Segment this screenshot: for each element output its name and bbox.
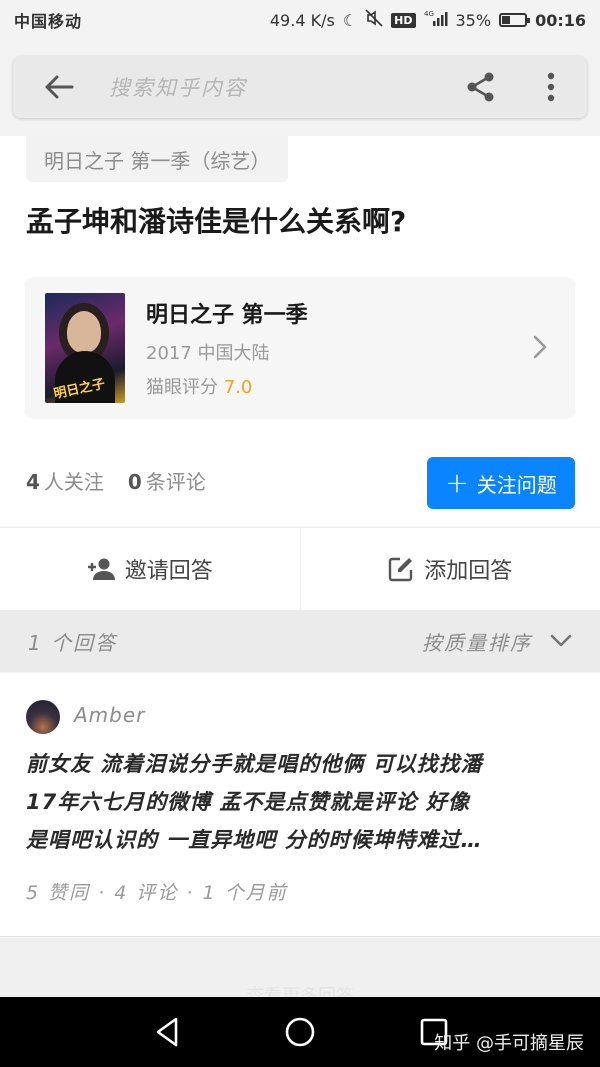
- comments-stat[interactable]: 0 条评论: [128, 466, 206, 495]
- signal-icon: 4G: [424, 10, 448, 30]
- invite-user-icon: [87, 558, 115, 580]
- followers-stat: 4 人关注: [26, 470, 104, 494]
- more-vertical-icon: [547, 72, 555, 102]
- answer-excerpt[interactable]: 前女友 流着泪说分手就是唱的他俩 可以找找潘 17年六七月的微博 孟不是点赞就是…: [26, 745, 578, 859]
- sort-dropdown[interactable]: 按质量排序: [422, 627, 572, 656]
- navigation-bar: 知乎 @手可摘星辰: [0, 997, 600, 1067]
- movie-card[interactable]: 明日之子 明日之子 第一季 2017 中国大陆 猫眼评分 7.0: [25, 277, 575, 419]
- rating-value: 7.0: [223, 377, 253, 398]
- search-input[interactable]: 搜索知乎内容: [109, 72, 459, 102]
- more-options-button[interactable]: [529, 65, 573, 109]
- follow-label: 关注问题: [476, 472, 557, 497]
- carrier-name: 中国移动: [14, 12, 83, 31]
- avatar[interactable]: [26, 700, 60, 734]
- hd-badge: HD: [391, 12, 416, 28]
- clock: 00:16: [535, 10, 586, 30]
- status-icons: 49.4 K/s ☾ HD 4G 35% 00:16: [270, 9, 586, 31]
- movie-rating: 猫眼评分 7.0: [146, 373, 252, 399]
- movie-meta: 2017 中国大陆: [146, 343, 270, 364]
- battery-percent: 35%: [455, 10, 492, 30]
- top-bar: 搜索知乎内容: [0, 40, 600, 136]
- next-section: 查看更多回答: [0, 938, 600, 1007]
- answers-header: 1 个回答 按质量排序: [0, 610, 600, 672]
- status-bar: 中国移动 49.4 K/s ☾ HD 4G 35% 00:16: [0, 0, 600, 40]
- share-icon: [467, 72, 494, 102]
- add-answer-label: 添加回答: [424, 559, 513, 584]
- answer-count: 1 个回答: [28, 630, 118, 655]
- follow-question-button[interactable]: + 关注问题: [427, 457, 575, 509]
- author-name[interactable]: Amber: [74, 703, 145, 727]
- share-button[interactable]: [459, 65, 503, 109]
- mute-icon: [365, 9, 383, 31]
- sort-label: 按质量排序: [422, 630, 532, 655]
- excerpt-line: 是唱吧认识的 一直异地吧 分的时候坤特难过…: [26, 828, 483, 852]
- nav-home-icon[interactable]: [283, 1015, 317, 1049]
- topic-tag[interactable]: 明日之子 第一季（综艺）: [26, 136, 289, 182]
- answer-actions: 邀请回答 添加回答: [0, 527, 600, 610]
- excerpt-line: 前女友 流着泪说分手就是唱的他俩 可以找找潘: [26, 752, 483, 776]
- watermark: 知乎 @手可摘星辰: [434, 1033, 584, 1054]
- edit-icon: [389, 557, 413, 582]
- add-answer-button[interactable]: 添加回答: [299, 528, 600, 610]
- search-bar: 搜索知乎内容: [13, 56, 587, 118]
- svg-text:4G: 4G: [424, 10, 434, 18]
- movie-poster: 明日之子: [45, 293, 125, 403]
- network-speed: 49.4 K/s: [269, 10, 335, 30]
- excerpt-line: 17年六七月的微博 孟不是点赞就是评论 好像: [26, 790, 470, 814]
- moon-icon: ☾: [342, 10, 358, 30]
- invite-answer-button[interactable]: 邀请回答: [0, 528, 300, 610]
- chevron-down-icon: [550, 634, 572, 647]
- battery-icon: [499, 13, 531, 27]
- nav-back-icon[interactable]: [150, 1015, 184, 1049]
- invite-answer-label: 邀请回答: [124, 559, 213, 584]
- back-button[interactable]: [29, 56, 89, 118]
- plus-icon: +: [445, 466, 469, 499]
- answer-meta: 5 赞同 · 4 评论 · 1 个月前: [26, 882, 288, 904]
- answer-card[interactable]: Amber 前女友 流着泪说分手就是唱的他俩 可以找找潘 17年六七月的微博 孟…: [0, 673, 600, 937]
- rating-label: 猫眼评分: [146, 377, 218, 398]
- question-card: 明日之子 第一季（综艺） 孟子坤和潘诗佳是什么关系啊? 明日之子 明日之子 第一…: [0, 136, 600, 526]
- chevron-right-icon: [533, 335, 547, 363]
- question-stats: 4 人关注 0 条评论: [26, 466, 206, 495]
- question-title: 孟子坤和潘诗佳是什么关系啊?: [26, 205, 407, 238]
- movie-title: 明日之子 第一季: [146, 303, 308, 328]
- arrow-left-icon: [45, 75, 74, 99]
